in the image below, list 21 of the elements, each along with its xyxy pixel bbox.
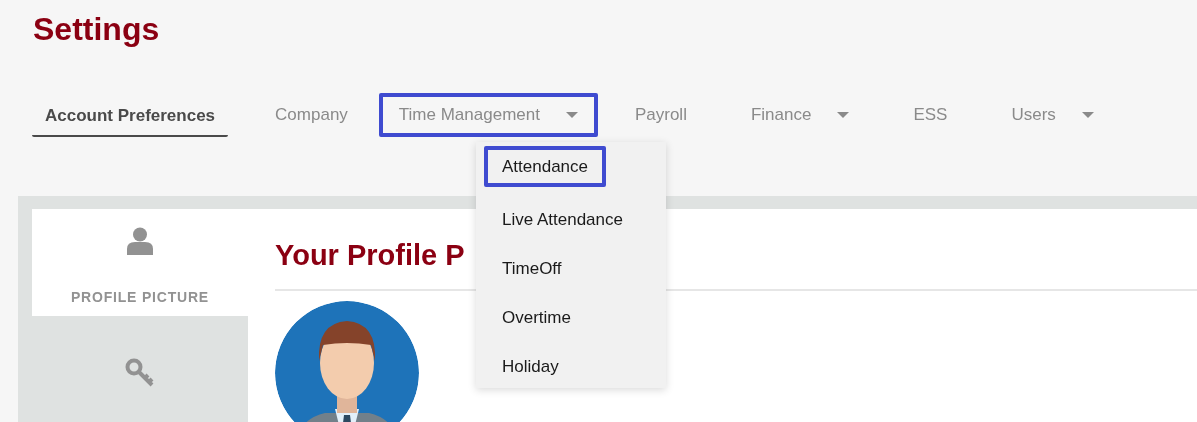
person-avatar-icon (275, 301, 419, 422)
menu-item[interactable]: Holiday (484, 342, 577, 383)
caret-icon (565, 112, 578, 118)
menu-item[interactable]: Attendance (484, 146, 606, 187)
nav-tab[interactable]: Account Preferences (32, 93, 229, 137)
sidebar-item[interactable]: PROFILE PICTURE (32, 209, 248, 316)
nav-tab[interactable]: Time Management (378, 93, 598, 137)
key-icon (125, 357, 155, 388)
caret-icon (1081, 112, 1094, 118)
section-heading: Your Profile P (275, 238, 465, 273)
page-title: Settings (32, 10, 161, 48)
user-icon (127, 227, 153, 256)
nav-tab[interactable]: ESS (896, 93, 965, 137)
menu-item[interactable]: Live Attendance (484, 195, 641, 236)
nav-tab[interactable]: Finance (733, 93, 867, 137)
nav-tab[interactable]: Company (258, 93, 365, 137)
menu-item[interactable]: Overtime (484, 293, 589, 334)
nav-tab[interactable]: Users (994, 93, 1111, 137)
caret-icon (837, 112, 850, 118)
menu-item[interactable]: TimeOff (484, 244, 580, 285)
nav-tab[interactable]: Payroll (617, 93, 704, 137)
